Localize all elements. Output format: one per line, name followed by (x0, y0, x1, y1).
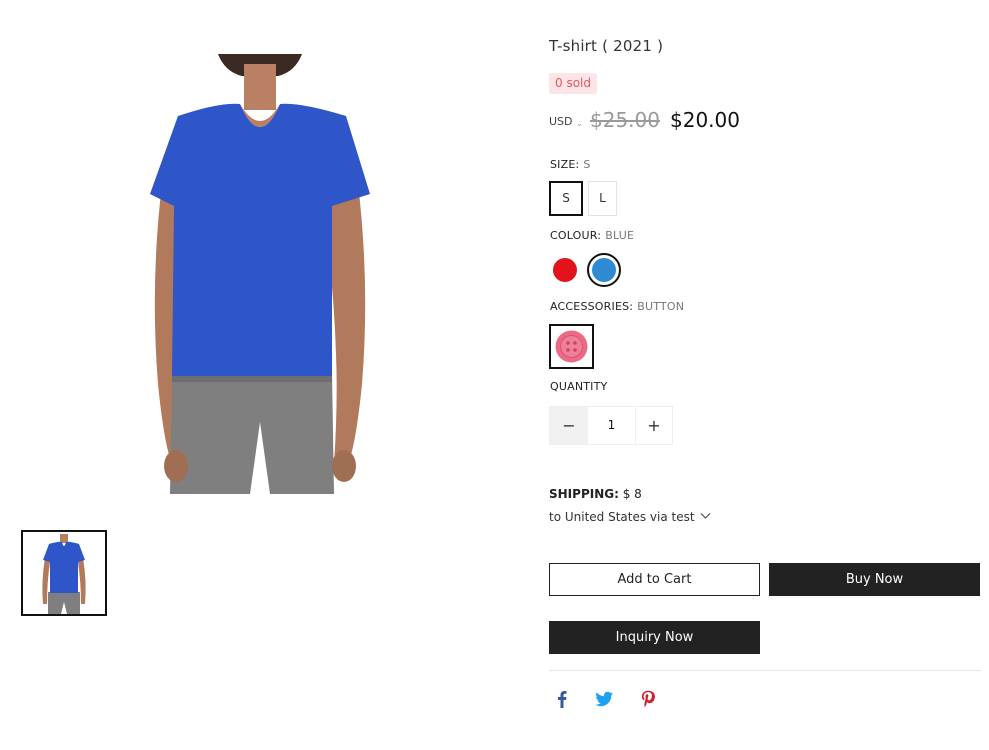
thumbnail-image (23, 532, 105, 614)
twitter-icon[interactable] (593, 688, 615, 710)
product-info: T-shirt ( 2021 ) 0 sold USD ⌄ $25.00 $20… (549, 0, 981, 750)
product-title: T-shirt ( 2021 ) (549, 37, 664, 55)
blue-swatch-dot (592, 258, 616, 282)
accessory-option-button[interactable] (549, 324, 594, 369)
colour-selected-value: BLUE (605, 229, 635, 242)
button-accessory-icon (555, 330, 588, 363)
colour-swatch-red[interactable] (548, 253, 582, 287)
size-option-s[interactable]: S (549, 181, 583, 216)
model-tshirt-illustration (150, 54, 370, 494)
sold-badge: 0 sold (549, 73, 597, 94)
size-label-text: SIZE: (550, 158, 580, 171)
product-main-image[interactable] (120, 54, 400, 494)
sale-price: $20.00 (670, 108, 740, 132)
add-to-cart-button[interactable]: Add to Cart (549, 563, 760, 596)
quantity-increase-button[interactable]: + (635, 407, 672, 444)
pinterest-icon[interactable] (637, 688, 659, 710)
quantity-decrease-button[interactable]: − (550, 407, 588, 444)
shipping-info: SHIPPING: $ 8 (549, 487, 642, 501)
quantity-input[interactable]: 1 (588, 407, 635, 444)
shipping-destination-text: to United States via test (549, 510, 695, 524)
colour-swatch-blue[interactable] (587, 253, 621, 287)
quantity-stepper: − 1 + (549, 406, 673, 445)
compare-price: $25.00 (590, 108, 660, 132)
shipping-destination[interactable]: to United States via test (549, 510, 711, 524)
accessories-selected-value: BUTTON (637, 300, 685, 313)
facebook-icon[interactable] (551, 688, 573, 710)
accessories-label: ACCESSORIES: BUTTON (550, 300, 684, 313)
price-row: USD ⌄ $25.00 $20.00 (549, 108, 849, 136)
colour-label-text: COLOUR: (550, 229, 602, 242)
product-thumbnail[interactable] (21, 530, 107, 616)
colour-label: COLOUR: BLUE (550, 229, 634, 242)
size-selected-value: S (583, 158, 591, 171)
buy-now-button[interactable]: Buy Now (769, 563, 980, 596)
chevron-down-icon[interactable]: ⌄ (576, 119, 583, 128)
chevron-down-icon (701, 513, 711, 519)
divider (549, 670, 981, 671)
shipping-label: SHIPPING: (549, 487, 619, 501)
size-option-l[interactable]: L (588, 181, 617, 216)
red-swatch-dot (553, 258, 577, 282)
currency-selector[interactable]: USD (549, 115, 573, 128)
accessories-label-text: ACCESSORIES: (550, 300, 634, 313)
size-label: SIZE: S (550, 158, 591, 171)
shipping-cost: $ 8 (622, 487, 642, 501)
quantity-label: QUANTITY (550, 380, 608, 393)
inquiry-now-button[interactable]: Inquiry Now (549, 621, 760, 654)
